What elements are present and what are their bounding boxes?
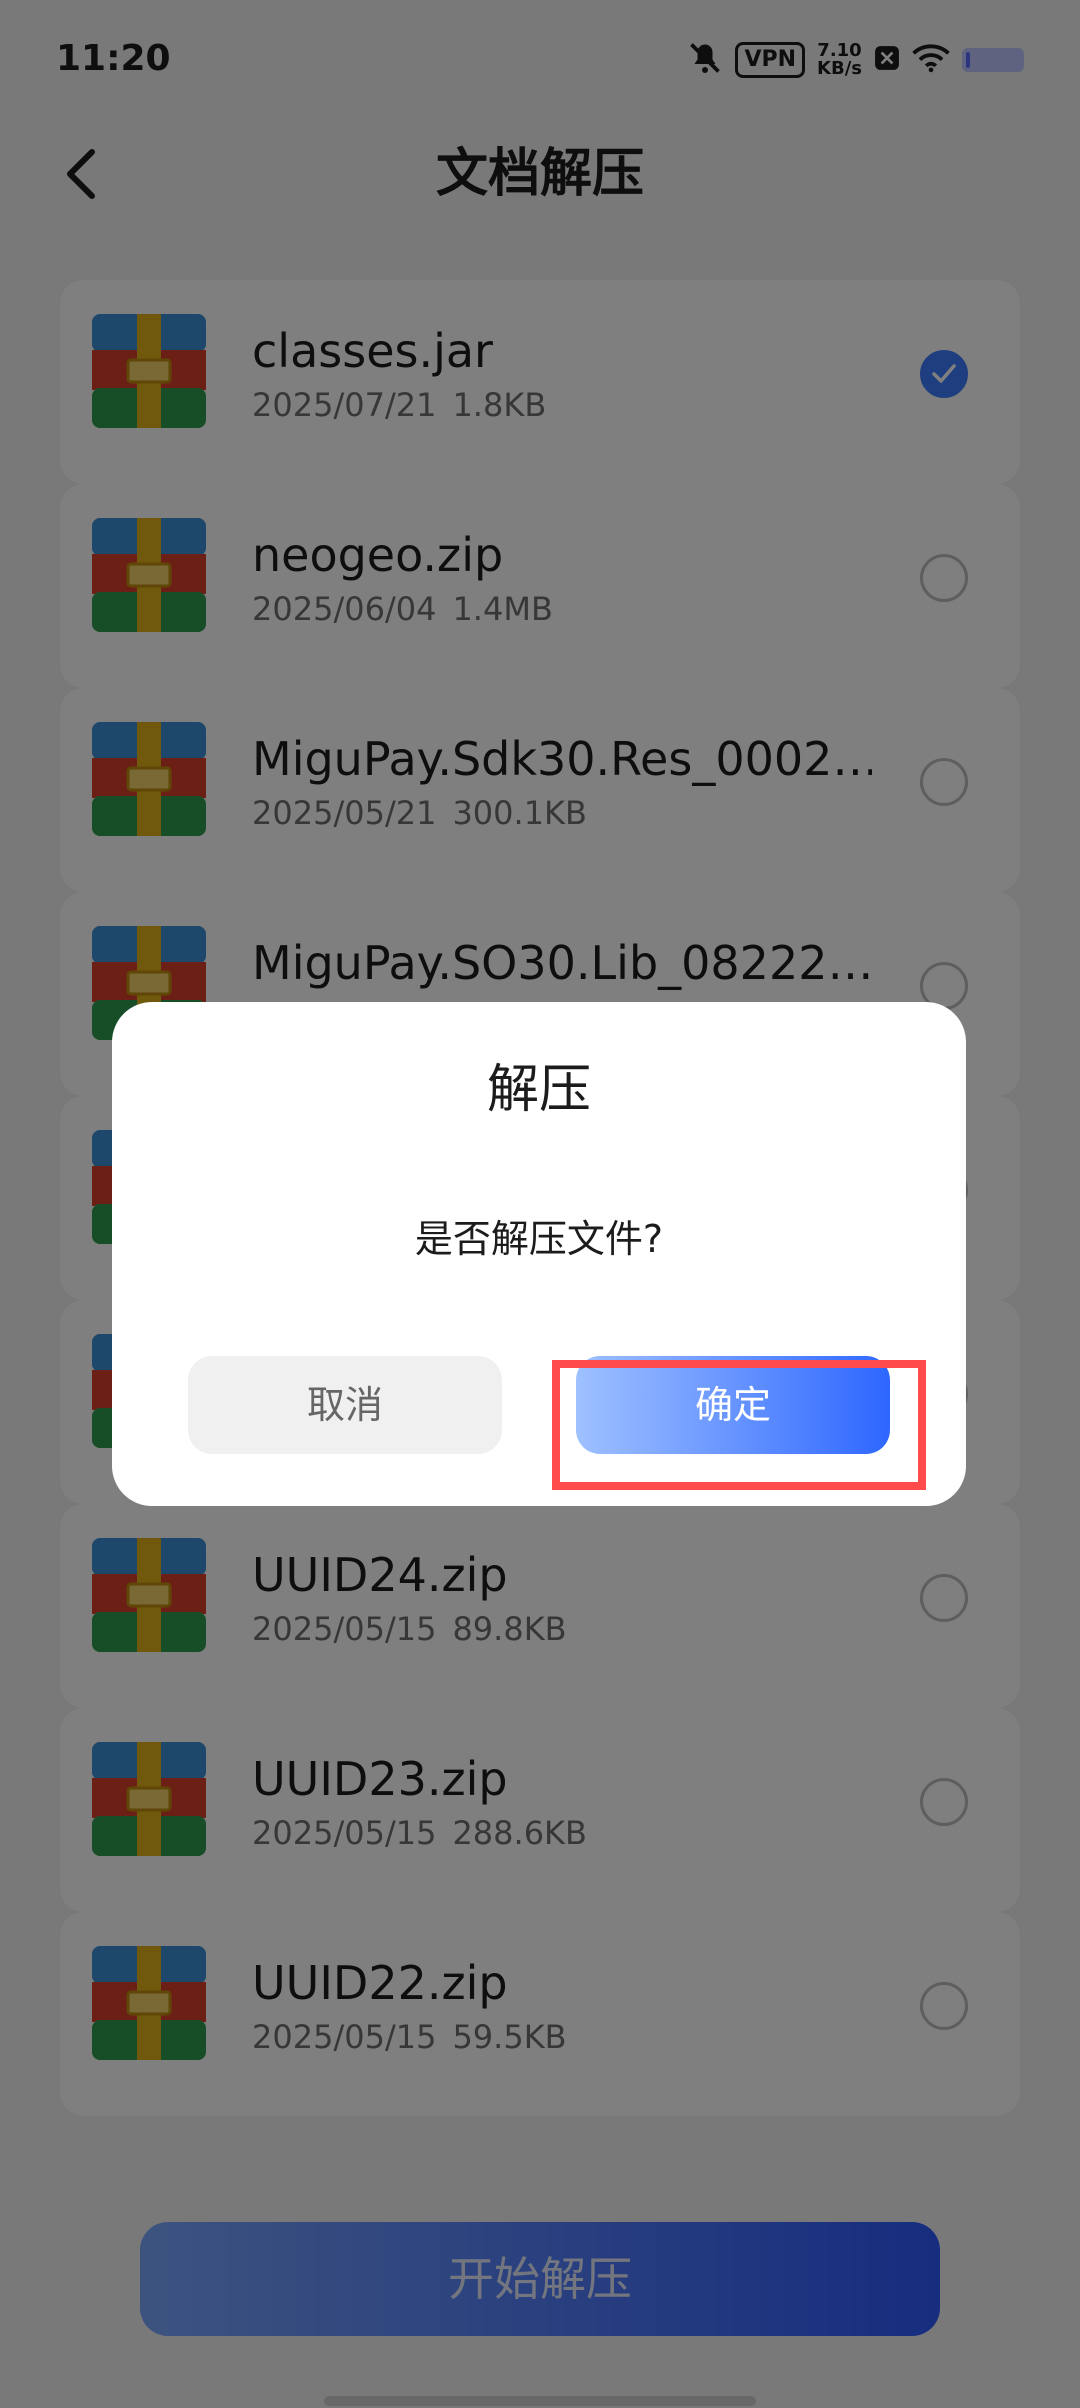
- highlight-annotation: [552, 1360, 926, 1490]
- cancel-button[interactable]: 取消: [188, 1356, 502, 1454]
- dialog-title: 解压: [486, 1060, 591, 1120]
- dialog-message: 是否解压文件?: [414, 1217, 664, 1261]
